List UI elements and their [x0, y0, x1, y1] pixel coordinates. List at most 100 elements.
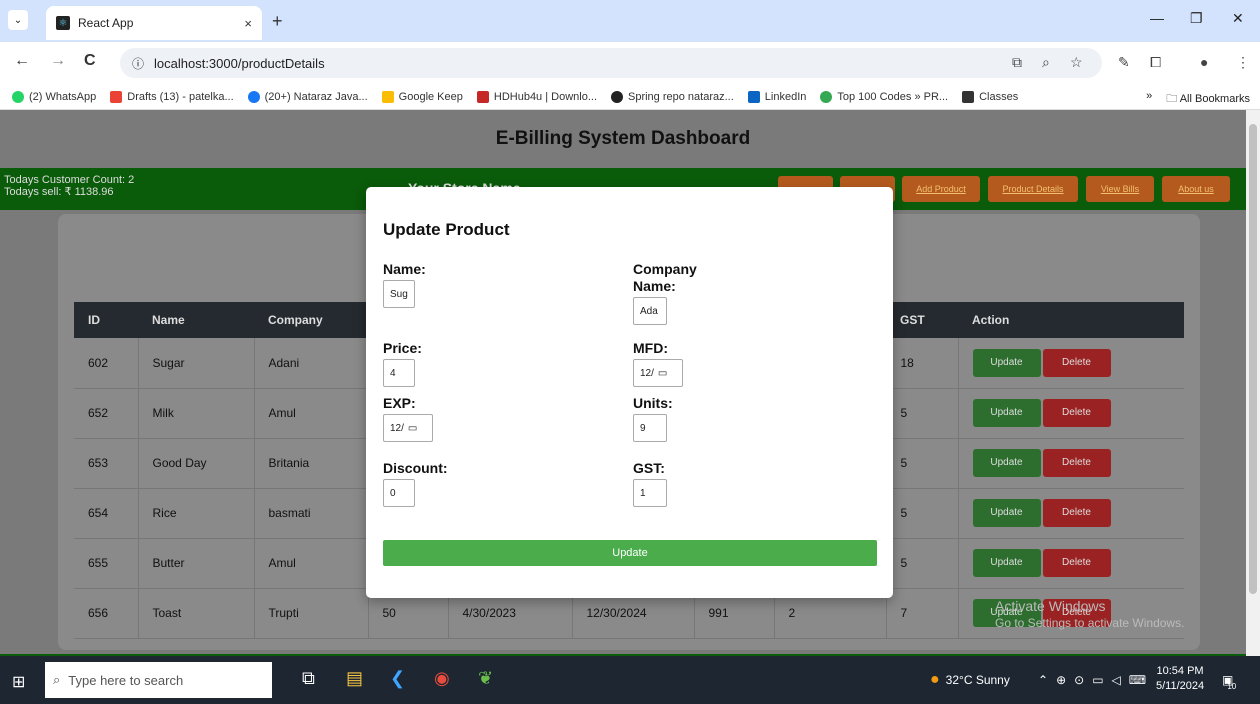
- network-globe-icon[interactable]: ⊕: [1056, 673, 1066, 687]
- page-scrollbar[interactable]: [1246, 110, 1260, 656]
- react-icon: ⚛: [56, 16, 70, 30]
- bookmark-classes[interactable]: Classes: [962, 90, 1018, 103]
- menu-icon[interactable]: ⋮: [1236, 54, 1250, 71]
- address-bar-row: ← → C ⓘ localhost:3000/productDetails ⧉ …: [0, 42, 1260, 84]
- taskbar-search[interactable]: ⌕ Type here to search: [45, 662, 272, 698]
- bookmark-star-icon[interactable]: ☆: [1070, 54, 1083, 71]
- nav-view-bills[interactable]: View Bills: [1086, 176, 1154, 202]
- nav-add-product[interactable]: Add Product: [902, 176, 980, 202]
- bookmark-linkedin[interactable]: LinkedIn: [747, 90, 806, 103]
- mfd-date-input[interactable]: 12/ ▭: [633, 359, 683, 387]
- company-name-input[interactable]: Ada: [633, 297, 667, 325]
- windows-start-icon[interactable]: ⊞: [12, 672, 25, 692]
- back-button[interactable]: ←: [14, 52, 30, 70]
- gst-label: GST:: [633, 460, 665, 476]
- discount-input[interactable]: 0: [383, 479, 415, 507]
- forward-button[interactable]: →: [50, 52, 66, 70]
- delete-button[interactable]: Delete: [1042, 499, 1111, 527]
- gst-input[interactable]: 1: [633, 479, 667, 507]
- cell-id: 653: [74, 438, 139, 489]
- calendar-icon[interactable]: ▭: [408, 423, 417, 434]
- notification-count: 10: [1227, 681, 1237, 691]
- bookmarks-bar: (2) WhatsApp Drafts (13) - patelka... (2…: [0, 84, 1260, 110]
- github-icon: [611, 90, 623, 103]
- cell-id: 654: [74, 488, 139, 539]
- bookmark-google-keep[interactable]: Google Keep: [381, 90, 463, 103]
- whatsapp-icon: [12, 90, 24, 103]
- bookmark-spring-repo[interactable]: Spring repo nataraz...: [611, 90, 734, 103]
- keep-icon: [381, 90, 394, 103]
- bookmark-gmail[interactable]: Drafts (13) - patelka...: [110, 90, 234, 103]
- site-info-icon[interactable]: ⓘ: [132, 55, 144, 72]
- install-app-icon[interactable]: ⧉: [1012, 54, 1022, 71]
- cell-action: Update Delete: [958, 538, 1184, 589]
- facebook-icon: [247, 90, 260, 103]
- delete-button[interactable]: Delete: [1042, 549, 1111, 577]
- nav-product-details[interactable]: Product Details: [988, 176, 1078, 202]
- omnibox[interactable]: ⓘ localhost:3000/productDetails: [120, 48, 1102, 78]
- wifi-icon[interactable]: ⊙: [1074, 673, 1084, 687]
- update-button[interactable]: Update: [972, 399, 1041, 427]
- new-tab-button[interactable]: +: [272, 11, 283, 32]
- bookmark-top-codes[interactable]: Top 100 Codes » PR...: [820, 90, 948, 103]
- cell-company: Adani: [254, 338, 369, 389]
- update-button[interactable]: Update: [972, 549, 1041, 577]
- update-button[interactable]: Update: [972, 449, 1041, 477]
- all-bookmarks-folder[interactable]: 🗀 All Bookmarks: [1166, 90, 1250, 109]
- file-explorer-icon[interactable]: ▤: [346, 668, 363, 689]
- cell-name: Good Day: [138, 438, 255, 489]
- update-button[interactable]: Update: [972, 499, 1041, 527]
- vscode-icon[interactable]: ❮: [390, 668, 405, 689]
- spring-tools-icon[interactable]: ❦: [478, 668, 493, 689]
- edit-icon[interactable]: ✎: [1118, 54, 1130, 71]
- url-text[interactable]: localhost:3000/productDetails: [154, 56, 325, 71]
- cell-gst: 18: [886, 338, 959, 389]
- task-view-icon[interactable]: ⧉: [302, 668, 315, 689]
- more-bookmarks-button[interactable]: »: [1146, 90, 1152, 109]
- weather-widget[interactable]: ● 32°C Sunny: [930, 656, 1010, 704]
- extensions-icon[interactable]: ⧠: [1150, 54, 1161, 71]
- keyboard-icon[interactable]: ⌨: [1129, 673, 1146, 687]
- delete-button[interactable]: Delete: [1042, 399, 1111, 427]
- chrome-icon[interactable]: ◉: [434, 668, 450, 689]
- reload-button[interactable]: C: [84, 52, 96, 70]
- update-button[interactable]: Update: [972, 348, 1041, 377]
- close-tab-icon[interactable]: ×: [244, 16, 252, 31]
- price-input[interactable]: 4: [383, 359, 415, 387]
- notification-center[interactable]: ▣ 10: [1222, 656, 1236, 704]
- cell-gst: 5: [886, 438, 959, 489]
- cell-id: 602: [74, 338, 139, 389]
- restore-button[interactable]: ❐: [1190, 10, 1203, 27]
- minimize-button[interactable]: —: [1150, 10, 1164, 26]
- taskbar-clock[interactable]: 10:54 PM 5/11/2024: [1156, 664, 1204, 694]
- units-input[interactable]: 9: [633, 414, 667, 442]
- bookmark-whatsapp[interactable]: (2) WhatsApp: [12, 90, 96, 103]
- discount-label: Discount:: [383, 460, 448, 476]
- header-name: Name: [138, 302, 254, 338]
- modal-title: Update Product: [383, 220, 510, 239]
- bookmark-hdhub[interactable]: HDHub4u | Downlo...: [476, 90, 597, 103]
- watermark-title: Activate Windows: [995, 598, 1106, 614]
- bookmark-facebook[interactable]: (20+) Nataraz Java...: [247, 90, 368, 103]
- scrollbar-thumb[interactable]: [1249, 124, 1257, 594]
- zoom-icon[interactable]: ⌕: [1042, 54, 1050, 71]
- search-icon: ⌕: [53, 672, 61, 687]
- exp-input-value: 12/: [390, 422, 404, 434]
- delete-button[interactable]: Delete: [1042, 348, 1111, 377]
- exp-date-input[interactable]: 12/ ▭: [383, 414, 433, 442]
- browser-tab[interactable]: ⚛ React App ×: [46, 6, 262, 40]
- mfd-label: MFD:: [633, 340, 668, 356]
- tab-title: React App: [78, 16, 134, 30]
- name-input[interactable]: Sug: [383, 280, 415, 308]
- cell-id: 652: [74, 388, 139, 439]
- calendar-icon[interactable]: ▭: [658, 368, 667, 379]
- chevron-up-icon[interactable]: ⌃: [1038, 673, 1048, 687]
- profile-avatar-icon[interactable]: ●: [1200, 54, 1208, 70]
- close-window-button[interactable]: ✕: [1232, 10, 1244, 27]
- volume-icon[interactable]: ◁: [1112, 673, 1121, 687]
- modal-update-button[interactable]: Update: [383, 540, 877, 566]
- nav-about-us[interactable]: About us: [1162, 176, 1230, 202]
- tab-list-button[interactable]: ⌄: [8, 10, 28, 30]
- battery-icon[interactable]: ▭: [1092, 673, 1103, 687]
- delete-button[interactable]: Delete: [1042, 449, 1111, 477]
